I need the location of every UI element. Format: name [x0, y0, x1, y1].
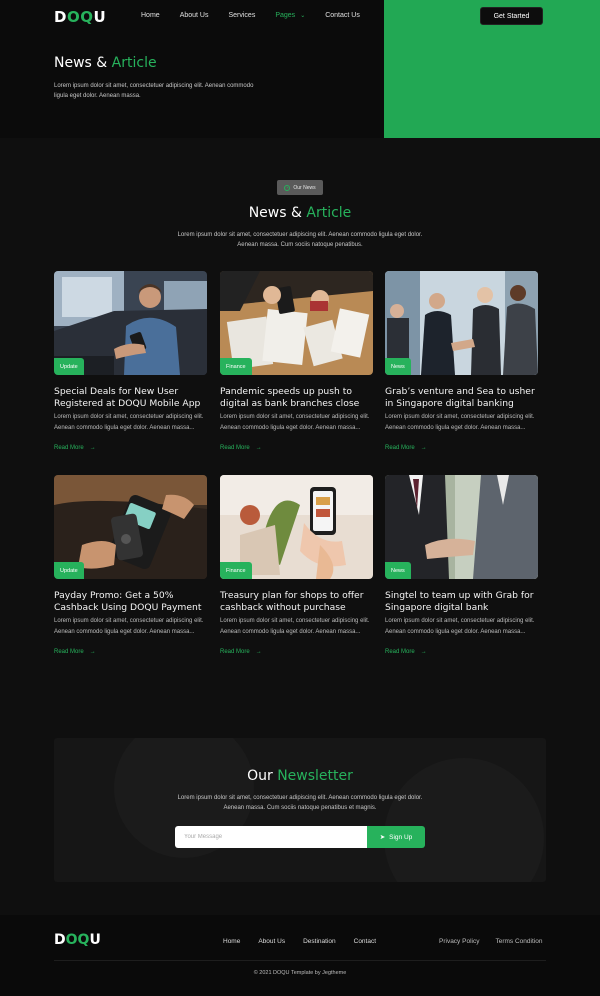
footer-link-contact[interactable]: Contact — [354, 938, 376, 945]
news-card[interactable]: Update Payday Promo: Get a 50% Cashback … — [54, 475, 207, 655]
section-title: News & Article — [248, 205, 352, 221]
news-card[interactable]: Finance Treasury plan for shops to offer… — [220, 475, 373, 655]
news-image-desk-papers[interactable]: Finance — [220, 271, 373, 375]
logo[interactable]: DOQU — [54, 8, 106, 26]
news-image-suits-handshake[interactable]: News — [385, 475, 538, 579]
card-title[interactable]: Singtel to team up with Grab for Singapo… — [385, 590, 538, 613]
card-description: Lorem ipsum dolor sit amet, consectetuer… — [54, 414, 204, 431]
card-description: Lorem ipsum dolor sit amet, consectetuer… — [220, 414, 370, 431]
read-more-link[interactable]: Read More → — [385, 649, 538, 655]
card-title[interactable]: Pandemic speeds up push to digital as ba… — [220, 386, 373, 409]
footer-divider — [54, 960, 546, 961]
category-tag[interactable]: Finance — [220, 562, 252, 579]
arrow-right-icon: → — [420, 649, 427, 655]
nav-item-pages[interactable]: Pages ⌄ — [275, 12, 305, 19]
news-image-phone-groceries[interactable]: Finance — [220, 475, 373, 579]
footer-nav: Home About Us Destination Contact — [223, 938, 394, 945]
news-image-payment-terminal[interactable]: Update — [54, 475, 207, 579]
nav-item-home[interactable]: Home — [141, 12, 160, 19]
card-title[interactable]: Treasury plan for shops to offer cashbac… — [220, 590, 373, 613]
card-title[interactable]: Special Deals for New User Registered at… — [54, 386, 207, 409]
footer-link-about[interactable]: About Us — [258, 938, 285, 945]
read-more-link[interactable]: Read More → — [220, 445, 373, 451]
section-badge: Our News — [277, 180, 323, 195]
read-more-link[interactable]: Read More → — [54, 649, 207, 655]
arrow-right-icon: → — [420, 445, 427, 451]
news-card[interactable]: Finance Pandemic speeds up push to digit… — [220, 271, 373, 451]
newsletter-message-input[interactable] — [175, 826, 368, 848]
card-description: Lorem ipsum dolor sit amet, consectetuer… — [385, 414, 535, 431]
copyright: © 2021 DOQU Template by Jegtheme — [253, 970, 347, 976]
footer-legal: Privacy Policy Terms Condition — [439, 938, 542, 945]
newsletter-title: Our Newsletter — [247, 768, 353, 784]
privacy-policy-link[interactable]: Privacy Policy — [439, 938, 479, 945]
category-tag[interactable]: Finance — [220, 358, 252, 375]
page-title: News & Article — [54, 55, 157, 71]
send-icon: ➤ — [379, 834, 386, 841]
main-nav: Home About Us Services Pages ⌄ Contact Us — [141, 12, 380, 19]
news-image-business-handshake[interactable]: News — [385, 271, 538, 375]
news-card[interactable]: Update Special Deals for New User Regist… — [54, 271, 207, 451]
news-card[interactable]: News Grab’s venture and Sea to usher in … — [385, 271, 538, 451]
chevron-down-icon: ⌄ — [300, 13, 306, 19]
card-title[interactable]: Payday Promo: Get a 50% Cashback Using D… — [54, 590, 207, 613]
card-description: Lorem ipsum dolor sit amet, consectetuer… — [385, 618, 535, 635]
arrow-right-icon: → — [255, 445, 262, 451]
news-card[interactable]: News Singtel to team up with Grab for Si… — [385, 475, 538, 655]
read-more-link[interactable]: Read More → — [220, 649, 373, 655]
category-tag[interactable]: News — [385, 358, 411, 375]
footer: DOQU Home About Us Destination Contact P… — [0, 915, 600, 996]
read-more-link[interactable]: Read More → — [54, 445, 207, 451]
sign-up-button[interactable]: ➤ Sign Up — [367, 826, 425, 848]
card-description: Lorem ipsum dolor sit amet, consectetuer… — [54, 618, 204, 635]
arrow-right-icon: → — [255, 649, 262, 655]
arrow-right-icon: → — [89, 649, 96, 655]
get-started-button[interactable]: Get Started — [480, 7, 543, 25]
category-tag[interactable]: News — [385, 562, 411, 579]
footer-link-home[interactable]: Home — [223, 938, 240, 945]
card-description: Lorem ipsum dolor sit amet, consectetuer… — [220, 618, 370, 635]
section-description: Lorem ipsum dolor sit amet, consectetuer… — [177, 232, 423, 248]
card-title[interactable]: Grab’s venture and Sea to usher in Singa… — [385, 386, 538, 409]
hero-section: DOQU Home About Us Services Pages ⌄ Conta… — [0, 0, 600, 138]
target-icon — [284, 184, 291, 191]
hero-description: Lorem ipsum dolor sit amet, consectetuer… — [54, 83, 254, 99]
read-more-link[interactable]: Read More → — [385, 445, 538, 451]
newsletter-section: Our Newsletter Lorem ipsum dolor sit ame… — [54, 738, 546, 882]
nav-item-about[interactable]: About Us — [180, 12, 209, 19]
footer-logo[interactable]: DOQU — [54, 932, 101, 948]
arrow-right-icon: → — [89, 445, 96, 451]
newsletter-description: Lorem ipsum dolor sit amet, consectetuer… — [177, 795, 423, 811]
category-tag[interactable]: Update — [54, 358, 84, 375]
news-image-man-phone-car[interactable]: Update — [54, 271, 207, 375]
nav-item-services[interactable]: Services — [228, 12, 255, 19]
terms-condition-link[interactable]: Terms Condition — [495, 938, 542, 945]
category-tag[interactable]: Update — [54, 562, 84, 579]
nav-item-contact[interactable]: Contact Us — [325, 12, 360, 19]
footer-link-destination[interactable]: Destination — [303, 938, 336, 945]
